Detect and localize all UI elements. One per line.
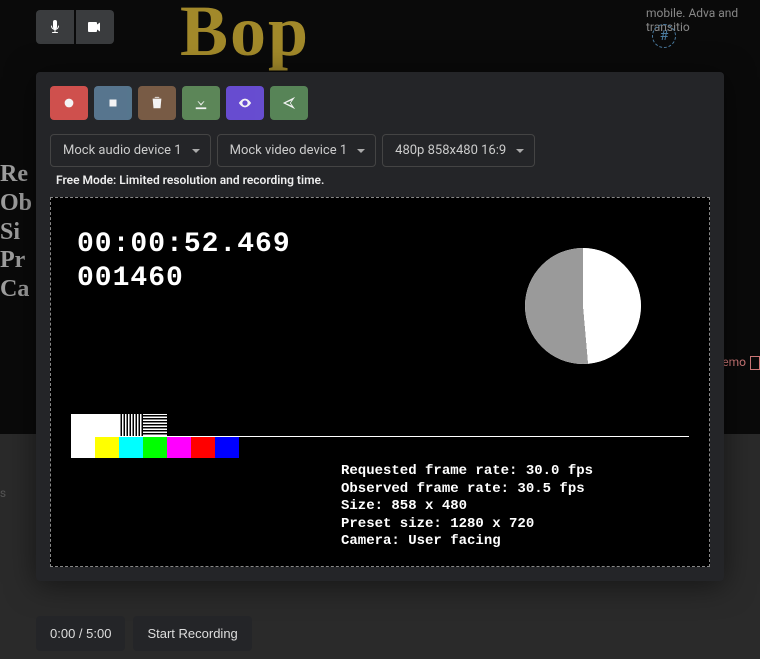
action-toolbar [50, 86, 710, 120]
timecode-value: 00:00:52.469 [77, 228, 291, 262]
chevron-down-icon [516, 149, 524, 153]
record-icon [62, 96, 76, 110]
hash-icon: # [652, 24, 676, 48]
testcard-white [71, 414, 95, 436]
time-counter[interactable]: 0:00 / 5:00 [36, 616, 125, 651]
timecode-overlay: 00:00:52.469 001460 [77, 228, 291, 295]
video-preview: 00:00:52.469 001460 Requested frame ra [50, 197, 710, 567]
trash-button[interactable] [138, 86, 176, 120]
preview-button[interactable] [226, 86, 264, 120]
colorbar-cyan [119, 436, 143, 458]
colorbar-white [71, 436, 95, 458]
video-camera-icon [87, 19, 103, 35]
microphone-icon [47, 19, 63, 35]
send-icon [282, 96, 296, 110]
free-mode-notice: Free Mode: Limited resolution and record… [56, 173, 710, 187]
stop-button[interactable] [94, 86, 132, 120]
colorbar-blue [215, 436, 239, 458]
microphone-toggle-button[interactable] [36, 10, 74, 44]
bg-logo-text: Bop [180, 0, 310, 73]
eye-icon [238, 96, 252, 110]
audio-device-label: Mock audio device 1 [63, 143, 182, 158]
testcard-hstripes [143, 414, 167, 436]
progress-pie-icon [525, 248, 641, 364]
recorder-panel: Mock audio device 1 Mock video device 1 … [36, 72, 724, 581]
send-button[interactable] [270, 86, 308, 120]
device-selects: Mock audio device 1 Mock video device 1 … [50, 134, 710, 167]
frame-counter: 001460 [77, 262, 291, 296]
chevron-down-icon [357, 149, 365, 153]
chevron-down-icon [192, 149, 200, 153]
resolution-label: 480p 858x480 16:9 [395, 143, 506, 158]
bg-side-text: Re Ob Si Pr Ca [0, 160, 32, 304]
record-button[interactable] [50, 86, 88, 120]
video-device-select[interactable]: Mock video device 1 [217, 134, 377, 167]
bottom-controls: 0:00 / 5:00 Start Recording [36, 616, 252, 651]
stop-icon [106, 96, 120, 110]
audio-device-select[interactable]: Mock audio device 1 [50, 134, 211, 167]
horizontal-rule [71, 436, 689, 437]
bg-tab-fragment: ts [0, 486, 6, 500]
resolution-select[interactable]: 480p 858x480 16:9 [382, 134, 535, 167]
top-device-toggle [36, 10, 114, 44]
colorbar-green [143, 436, 167, 458]
testcard-vstripes [119, 414, 143, 436]
trash-icon [150, 96, 164, 110]
preview-info-text: Requested frame rate: 30.0 fps Observed … [341, 463, 593, 551]
start-recording-button[interactable]: Start Recording [133, 616, 251, 651]
video-device-label: Mock video device 1 [230, 143, 348, 158]
testcard-white [95, 414, 119, 436]
colorbar-yellow [95, 436, 119, 458]
download-button[interactable] [182, 86, 220, 120]
colorbar-magenta [167, 436, 191, 458]
download-icon [194, 96, 208, 110]
colorbar-red [191, 436, 215, 458]
camera-toggle-button[interactable] [76, 10, 114, 44]
